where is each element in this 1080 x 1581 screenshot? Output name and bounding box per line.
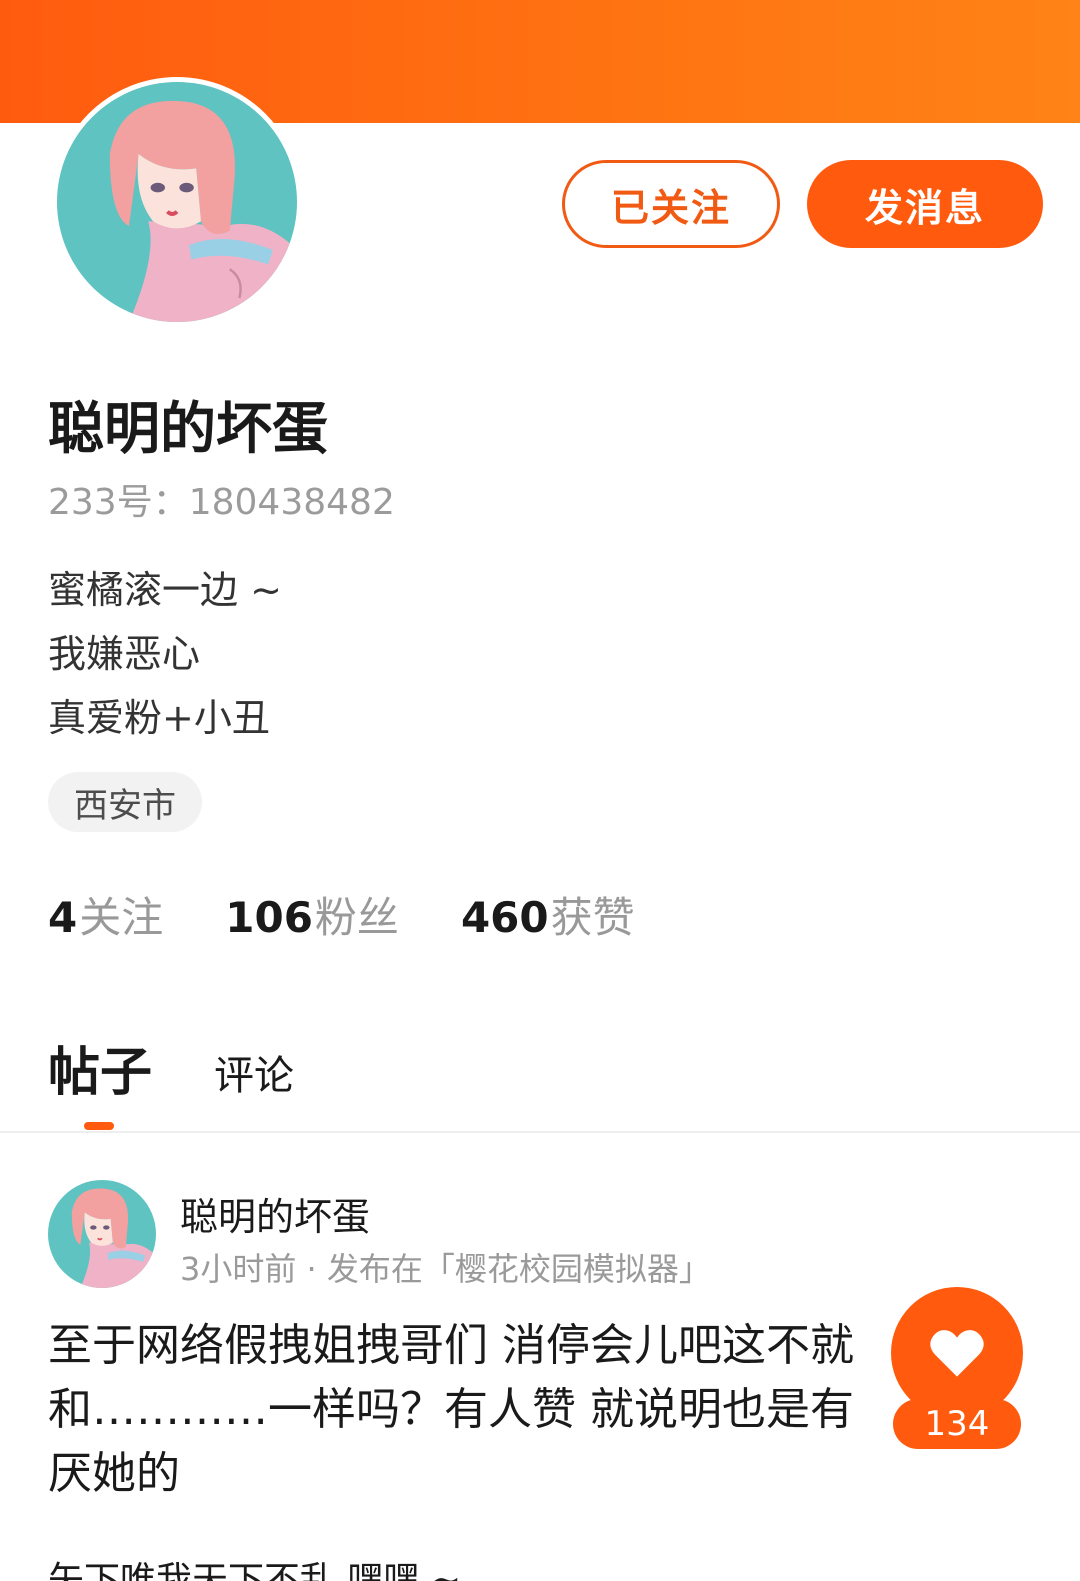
- bio-line: 蜜橘滚一边 ~: [48, 568, 282, 612]
- active-tab-indicator: [84, 1122, 114, 1130]
- avatar-illustration: [48, 1180, 156, 1288]
- heart-icon: [930, 1330, 984, 1377]
- post-meta: 3小时前 · 发布在「樱花校园模拟器」: [180, 1250, 711, 1288]
- likes-received-count: 460: [460, 893, 549, 942]
- post-next-line: 矢下唯我天下不乱 嘿嘿 ~: [48, 1560, 462, 1581]
- following-label: 关注: [79, 893, 164, 942]
- post-author-name[interactable]: 聪明的坏蛋: [180, 1186, 370, 1241]
- avatar-illustration: [57, 82, 297, 322]
- profile-name: 聪明的坏蛋: [48, 397, 328, 462]
- likes-received-label: 获赞: [550, 893, 635, 942]
- bio-line: 我嫌恶心: [48, 632, 201, 676]
- tab-comments[interactable]: 评论: [214, 1043, 294, 1101]
- send-message-button[interactable]: 发消息: [807, 160, 1043, 248]
- likes-stat[interactable]: 460 获赞: [461, 884, 635, 945]
- followers-label: 粉丝: [314, 893, 399, 942]
- followed-button[interactable]: 已关注: [562, 160, 780, 248]
- following-count: 4: [48, 893, 78, 942]
- post-author-avatar[interactable]: [48, 1180, 156, 1288]
- profile-avatar[interactable]: [52, 77, 302, 327]
- followers-count: 106: [225, 893, 313, 942]
- post-body-line: 厌她的: [48, 1448, 180, 1499]
- tab-posts[interactable]: 帖子: [48, 1030, 152, 1105]
- following-stat[interactable]: 4 关注: [48, 884, 163, 945]
- followers-stat[interactable]: 106 粉丝: [225, 884, 399, 945]
- like-count: 134: [893, 1399, 1021, 1449]
- tabs-divider: [0, 1131, 1080, 1133]
- profile-stats: 4 关注 106 粉丝 460 获赞: [48, 884, 697, 945]
- profile-bio: 蜜橘滚一边 ~ 我嫌恶心 真爱粉+小丑: [48, 558, 282, 750]
- profile-uid: 233号：180438482: [48, 482, 395, 523]
- profile-tabs: 帖子 评论: [48, 1030, 294, 1105]
- location-tag: 西安市: [48, 772, 202, 832]
- bio-line: 真爱粉+小丑: [48, 696, 270, 740]
